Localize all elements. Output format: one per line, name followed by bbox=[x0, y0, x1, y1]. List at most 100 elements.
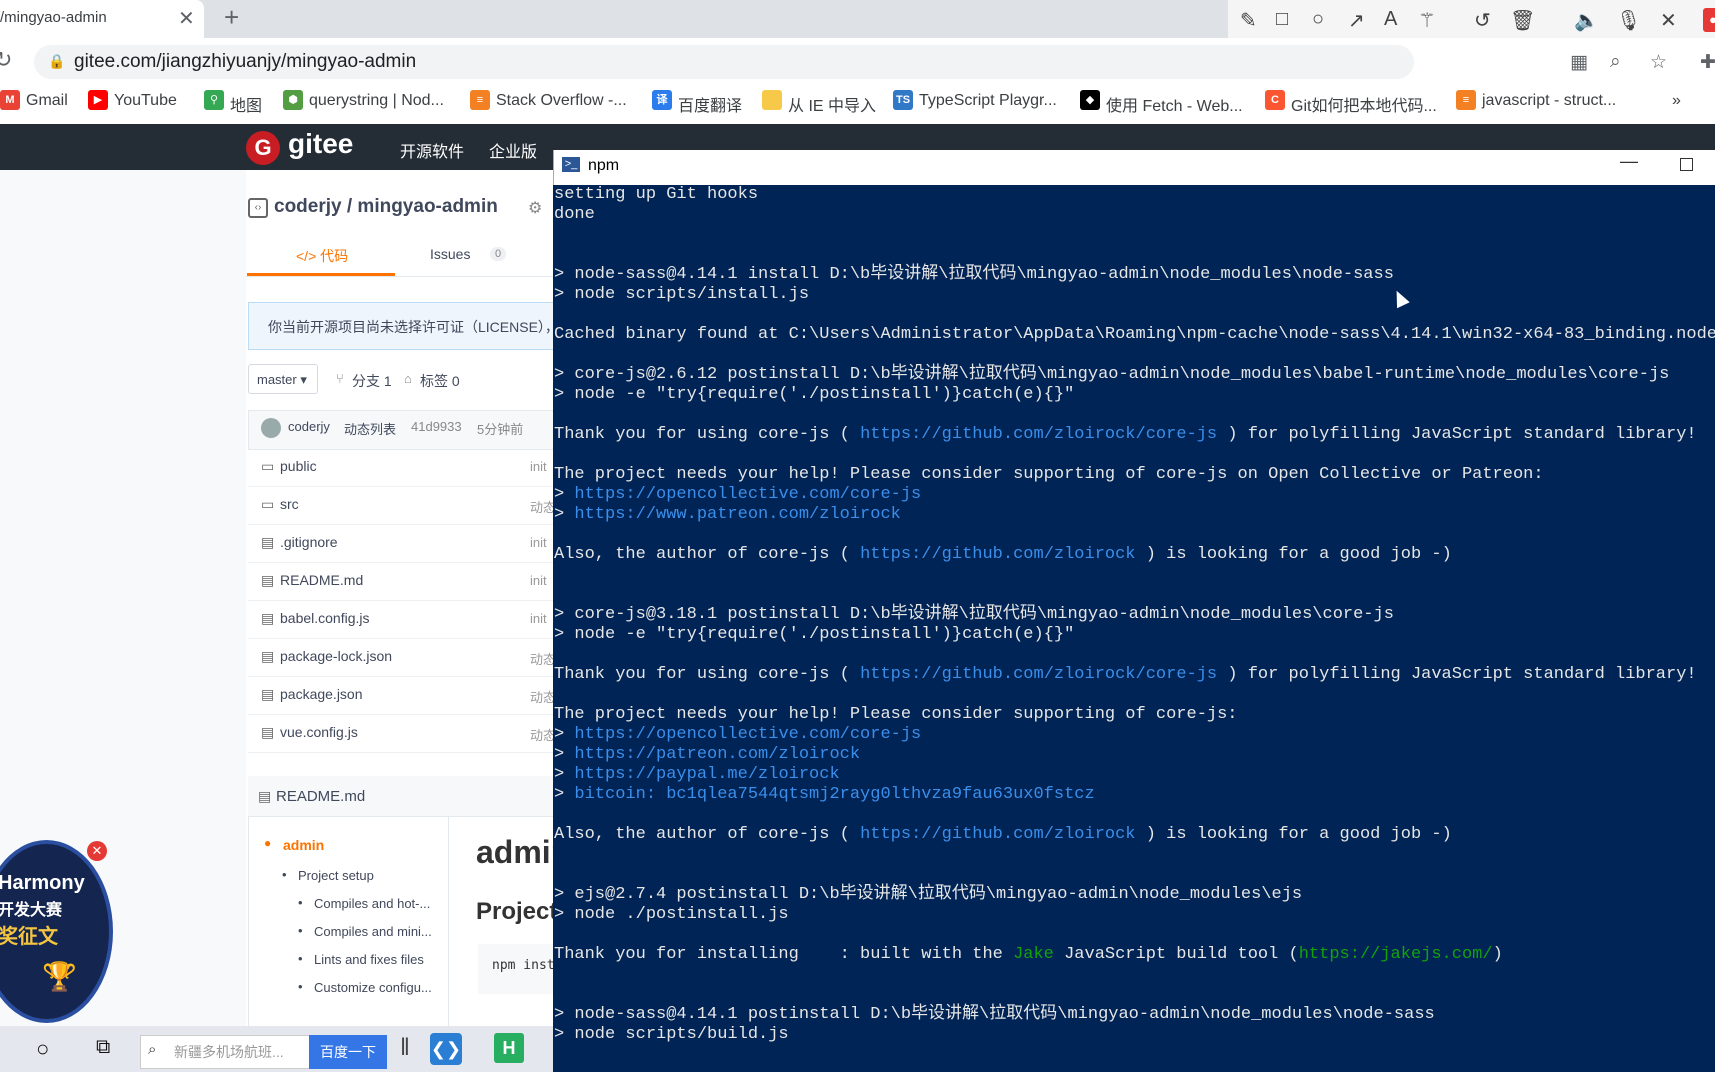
nav-enterprise[interactable]: 企业版 bbox=[489, 138, 537, 162]
file-name[interactable]: vue.config.js bbox=[280, 724, 358, 740]
file-name[interactable]: package.json bbox=[280, 686, 363, 702]
file-name[interactable]: src bbox=[280, 496, 299, 512]
record-icon[interactable]: ● bbox=[1703, 8, 1715, 32]
terminal-segment: > node -e "try{require('./postinstall')}… bbox=[554, 385, 1075, 404]
maximize-icon[interactable] bbox=[1680, 158, 1693, 171]
tab-active-underline bbox=[247, 273, 395, 276]
trophy-icon: 🏆 bbox=[42, 961, 77, 992]
hbuilder-icon[interactable]: H bbox=[494, 1033, 524, 1063]
nav-opensource[interactable]: 开源软件 bbox=[400, 138, 464, 162]
bookmark-item[interactable]: YouTube bbox=[114, 92, 177, 110]
terminal-link[interactable]: https://github.com/zloirock/core-js bbox=[860, 665, 1217, 684]
gitee-logo-icon[interactable]: G bbox=[246, 131, 280, 165]
reload-icon[interactable]: ↻ bbox=[0, 47, 12, 73]
speaker-icon[interactable]: 🔈 bbox=[1574, 8, 1599, 33]
bookmark-item[interactable]: 从 IE 中导入 bbox=[788, 92, 876, 116]
new-tab-icon[interactable]: + bbox=[224, 2, 239, 33]
qr-code-icon[interactable]: ▦ bbox=[1570, 51, 1588, 74]
lock-icon[interactable]: 🔒 bbox=[48, 53, 65, 70]
toc-bullet: • bbox=[298, 923, 303, 938]
taskbar-search-button[interactable]: 百度一下 bbox=[309, 1035, 387, 1069]
toc-item-compiles-mini[interactable]: Compiles and mini... bbox=[314, 924, 432, 939]
vscode-icon[interactable]: ❮❯ bbox=[430, 1033, 462, 1065]
microphone-icon[interactable]: 🎙 bbox=[1616, 8, 1641, 33]
commit-author[interactable]: coderjy bbox=[288, 419, 330, 434]
pencil-icon[interactable]: ✎ bbox=[1240, 8, 1257, 33]
terminal-link[interactable]: https://paypal.me/zloirock bbox=[574, 765, 839, 784]
bookmark-item[interactable]: Gmail bbox=[26, 92, 68, 110]
bookmark-item[interactable]: 百度翻译 bbox=[678, 92, 742, 116]
task-view-icon[interactable]: ⧉ bbox=[96, 1036, 110, 1059]
file-commit-message[interactable]: init bbox=[530, 573, 547, 588]
trash-icon[interactable]: 🗑 bbox=[1510, 8, 1535, 33]
terminal-output[interactable]: setting up Git hooks done > node-sass@4.14… bbox=[553, 185, 1715, 1072]
toc-item-customize[interactable]: Customize configu... bbox=[314, 980, 432, 995]
text-tool-icon[interactable]: A bbox=[1384, 8, 1397, 31]
file-name[interactable]: README.md bbox=[280, 572, 363, 588]
terminal-segment: > node scripts/install.js bbox=[554, 285, 810, 304]
bookmarks-more[interactable]: » bbox=[1672, 92, 1681, 110]
branch-select[interactable]: master ▾ bbox=[248, 364, 318, 394]
toc-item-compiles-hot[interactable]: Compiles and hot-... bbox=[314, 896, 430, 911]
file-commit-message[interactable]: init bbox=[530, 459, 547, 474]
terminal-line: > node -e "try{require('./postinstall')}… bbox=[554, 385, 1715, 405]
promo-close-icon[interactable]: ✕ bbox=[87, 841, 107, 861]
bookmark-item[interactable]: 地图 bbox=[230, 92, 262, 116]
toc-item-admin[interactable]: admin bbox=[283, 837, 324, 853]
tab-close-icon[interactable]: ✕ bbox=[178, 6, 195, 31]
terminal-link[interactable]: Jake bbox=[1013, 945, 1054, 964]
terminal-link[interactable]: https://jakejs.com/ bbox=[1299, 945, 1493, 964]
bookmark-item[interactable]: 使用 Fetch - Web... bbox=[1106, 92, 1243, 116]
circle-icon[interactable]: ○ bbox=[1312, 8, 1324, 31]
start-circle-icon[interactable]: ○ bbox=[36, 1036, 49, 1062]
commit-hash[interactable]: 41d9933 bbox=[411, 419, 462, 434]
file-name[interactable]: package-lock.json bbox=[280, 648, 392, 664]
file-commit-message[interactable]: init bbox=[530, 611, 547, 626]
undo-icon[interactable]: ↺ bbox=[1474, 8, 1491, 33]
bookmark-item[interactable]: TypeScript Playgr... bbox=[919, 92, 1057, 110]
file-commit-message[interactable]: init bbox=[530, 535, 547, 550]
commit-message[interactable]: 动态列表 bbox=[344, 419, 396, 438]
readme-title[interactable]: README.md bbox=[276, 788, 365, 805]
bookmark-item[interactable]: querystring | Nod... bbox=[309, 92, 444, 110]
extensions-icon[interactable]: ✚ bbox=[1700, 51, 1715, 74]
terminal-link[interactable]: https://github.com/zloirock/core-js bbox=[860, 425, 1217, 444]
bookmark-item[interactable]: javascript - struct... bbox=[1482, 92, 1616, 110]
terminal-link[interactable]: bitcoin: bc1qlea7544qtsmj2rayg0lthvza9fa… bbox=[574, 785, 1094, 804]
file-name[interactable]: public bbox=[280, 458, 317, 474]
terminal-link[interactable]: https://github.com/zloirock bbox=[860, 545, 1135, 564]
tab-issues[interactable]: Issues bbox=[430, 246, 470, 262]
file-name[interactable]: .gitignore bbox=[280, 534, 338, 550]
terminal-link[interactable]: https://www.patreon.com/zloirock bbox=[574, 505, 900, 524]
close-icon[interactable]: ✕ bbox=[1660, 8, 1677, 33]
branches-link[interactable]: 分支 1 bbox=[352, 371, 392, 391]
terminal-titlebar[interactable] bbox=[553, 150, 1715, 185]
zoom-icon[interactable]: ⌕ bbox=[1610, 51, 1621, 73]
bookmark-item[interactable]: Git如何把本地代码... bbox=[1291, 92, 1437, 116]
arrow-icon[interactable]: ↗ bbox=[1348, 8, 1365, 33]
terminal-line: Thank you for using core-js ( https://gi… bbox=[554, 425, 1715, 445]
terminal-link[interactable]: https://opencollective.com/core-js bbox=[574, 725, 921, 744]
bookmark-item[interactable]: Stack Overflow -... bbox=[496, 92, 627, 110]
rectangle-icon[interactable]: □ bbox=[1276, 8, 1288, 31]
minimize-icon[interactable]: — bbox=[1620, 151, 1638, 172]
terminal-link[interactable]: https://opencollective.com/core-js bbox=[574, 485, 921, 504]
terminal-link[interactable]: https://github.com/zloirock bbox=[860, 825, 1135, 844]
magic-wand-icon[interactable]: ⚚ bbox=[1418, 8, 1436, 33]
terminal-link[interactable]: https://patreon.com/zloirock bbox=[574, 745, 860, 764]
url-text[interactable]: gitee.com/jiangzhiyuanjy/mingyao-admin bbox=[74, 51, 416, 73]
terminal-segment: > core-js@3.18.1 postinstall D:\b毕设讲解\拉取… bbox=[554, 605, 1394, 624]
file-name[interactable]: babel.config.js bbox=[280, 610, 370, 626]
repo-title[interactable]: coderjy / mingyao-admin bbox=[274, 196, 498, 218]
tags-link[interactable]: 标签 0 bbox=[420, 371, 460, 391]
powershell-icon: >_ bbox=[562, 157, 580, 172]
gitee-logo-text[interactable]: gitee bbox=[288, 128, 353, 160]
toc-item-lints[interactable]: Lints and fixes files bbox=[314, 952, 424, 967]
avatar[interactable] bbox=[261, 418, 281, 438]
badge-icon[interactable]: ⚙ bbox=[528, 198, 542, 218]
toc-item-project-setup[interactable]: Project setup bbox=[298, 868, 374, 883]
stackoverflow-icon: ≡ bbox=[470, 90, 490, 110]
tab-code[interactable]: </> 代码 bbox=[296, 246, 348, 266]
bookmark-star-icon[interactable]: ☆ bbox=[1650, 51, 1667, 74]
